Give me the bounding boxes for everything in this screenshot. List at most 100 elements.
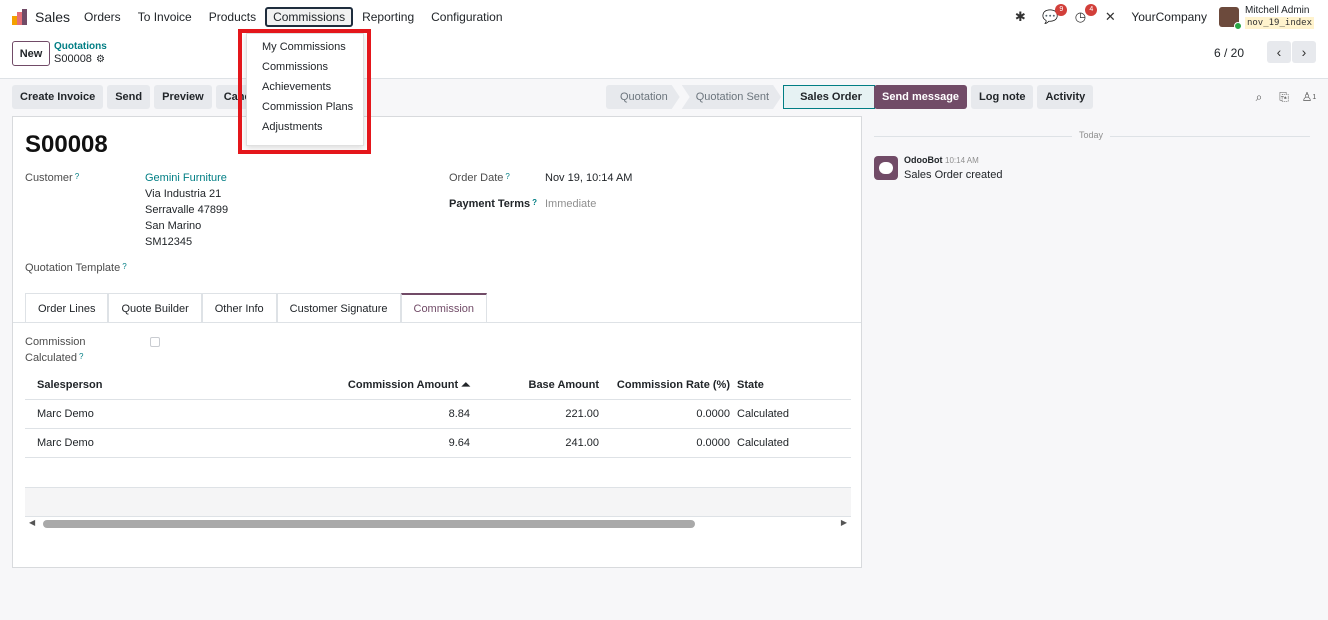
- scrollbar-thumb[interactable]: [43, 520, 695, 528]
- create-invoice-button[interactable]: Create Invoice: [12, 85, 104, 109]
- activity-clock-icon[interactable]: ◷ 4: [1069, 4, 1098, 27]
- payment-terms-label: Payment Terms?: [449, 198, 537, 210]
- address-line: Serravalle 47899: [145, 204, 229, 216]
- top-navbar: Sales Orders To Invoice Products Commiss…: [0, 0, 1328, 34]
- payment-terms-label-text: Payment Terms: [449, 198, 531, 210]
- help-icon[interactable]: ?: [532, 198, 537, 207]
- menu-orders[interactable]: Orders: [76, 7, 129, 27]
- followers-count: 1: [1312, 93, 1317, 101]
- breadcrumb-current-label: S00008: [54, 53, 92, 65]
- tab-customer-signature[interactable]: Customer Signature: [276, 293, 401, 323]
- new-button[interactable]: New: [12, 41, 50, 66]
- tab-order-lines[interactable]: Order Lines: [25, 293, 109, 323]
- send-message-button[interactable]: Send message: [874, 85, 968, 109]
- send-button[interactable]: Send: [107, 85, 151, 109]
- settings-tools-icon[interactable]: ✕: [1099, 7, 1121, 27]
- stage-quotation-sent[interactable]: Quotation Sent: [682, 85, 781, 109]
- breadcrumb-quotations[interactable]: Quotations: [54, 41, 107, 52]
- menu-commissions[interactable]: Commissions: [265, 7, 354, 27]
- column-header-base-amount[interactable]: Base Amount: [470, 379, 600, 391]
- avatar: [1218, 7, 1242, 30]
- table-footer: [25, 487, 851, 517]
- tab-divider: [13, 322, 861, 323]
- address-line: SM12345: [145, 236, 193, 248]
- table-row[interactable]: Marc Demo 8.84 221.00 0.0000 Calculated: [25, 400, 851, 429]
- customer-label-text: Customer: [25, 172, 73, 184]
- commission-table: Salesperson Commission Amount ⏶ Base Amo…: [25, 371, 851, 458]
- customer-label: Customer?: [25, 172, 79, 184]
- pager-previous-button[interactable]: ‹: [1267, 41, 1291, 63]
- commission-calculated-checkbox[interactable]: [150, 337, 160, 347]
- user-menu[interactable]: Mitchell Admin nov_19_index: [1218, 5, 1314, 30]
- date-separator-label: Today: [1072, 130, 1111, 140]
- menu-reporting[interactable]: Reporting: [354, 7, 422, 27]
- cell-commission-amount: 9.64: [448, 437, 470, 449]
- highlight-annotation: [238, 29, 371, 154]
- followers-icon[interactable]: ♙ 1: [1299, 88, 1319, 106]
- cell-state: Calculated: [737, 408, 789, 420]
- cell-salesperson: Marc Demo: [37, 408, 94, 420]
- scroll-left-icon[interactable]: ◀: [29, 518, 35, 527]
- preview-button[interactable]: Preview: [154, 85, 212, 109]
- order-date-field[interactable]: Nov 19, 10:14 AM: [545, 170, 632, 186]
- stage-quotation[interactable]: Quotation: [606, 85, 680, 109]
- cell-state: Calculated: [737, 437, 789, 449]
- bug-icon[interactable]: ✱: [1009, 7, 1031, 27]
- messages-icon[interactable]: 💬 9: [1039, 4, 1068, 27]
- messages-badge: 9: [1055, 4, 1068, 16]
- menu-products[interactable]: Products: [201, 7, 264, 27]
- pager-value[interactable]: 6 / 20: [1214, 46, 1244, 60]
- user-name: Mitchell Admin: [1244, 5, 1310, 16]
- cell-base-amount: 241.00: [565, 437, 599, 449]
- menu-configuration[interactable]: Configuration: [423, 7, 510, 27]
- cell-commission-rate: 0.0000: [696, 437, 730, 449]
- payment-terms-field[interactable]: Immediate: [545, 196, 596, 212]
- odoobot-avatar: [874, 156, 898, 180]
- tab-quote-builder[interactable]: Quote Builder: [108, 293, 202, 323]
- quotation-template-label-text: Quotation Template: [25, 262, 121, 274]
- paperclip-icon[interactable]: ⎘: [1274, 88, 1294, 106]
- pager-next-button[interactable]: ›: [1292, 41, 1316, 63]
- customer-link[interactable]: Gemini Furniture: [145, 170, 227, 186]
- log-note-button[interactable]: Log note: [971, 85, 1034, 109]
- column-header-commission-amount[interactable]: Commission Amount ⏶: [345, 379, 470, 392]
- form-sheet: S00008 Customer? Gemini Furniture Via In…: [12, 116, 862, 568]
- address-line: Via Industria 21: [145, 188, 222, 200]
- chevron-left-icon: ‹: [1276, 44, 1282, 60]
- stage-sales-order[interactable]: Sales Order: [783, 85, 875, 109]
- help-icon[interactable]: ?: [75, 172, 79, 181]
- search-icon[interactable]: ⌕: [1249, 88, 1269, 106]
- chatter-icons: ⌕ ⎘ ♙ 1: [1244, 88, 1319, 106]
- company-switcher[interactable]: YourCompany: [1131, 10, 1207, 24]
- cell-commission-amount: 8.84: [448, 408, 470, 420]
- column-header-state[interactable]: State: [730, 379, 845, 391]
- commission-calculated-label-1: Commission: [25, 336, 86, 348]
- help-icon[interactable]: ?: [79, 352, 83, 361]
- column-header-commission-rate[interactable]: Commission Rate (%): [599, 379, 730, 391]
- sales-app-icon[interactable]: [12, 9, 28, 25]
- order-date-label: Order Date?: [449, 172, 510, 184]
- tab-other-info[interactable]: Other Info: [201, 293, 277, 323]
- activity-button[interactable]: Activity: [1037, 85, 1094, 109]
- table-row[interactable]: Marc Demo 9.64 241.00 0.0000 Calculated: [25, 429, 851, 458]
- cell-base-amount: 221.00: [565, 408, 599, 420]
- scroll-right-icon[interactable]: ▶: [841, 518, 847, 527]
- form-actions: Create Invoice Send Preview Cancel: [12, 85, 272, 109]
- horizontal-scrollbar[interactable]: ◀ ▶: [25, 517, 851, 531]
- gear-icon[interactable]: ⚙: [96, 54, 105, 65]
- status-bar: Quotation Quotation Sent Sales Order: [606, 85, 877, 109]
- bot-face-icon: [879, 162, 893, 174]
- message-time: 10:14 AM: [945, 156, 979, 165]
- menu-to-invoice[interactable]: To Invoice: [130, 7, 200, 27]
- message-author[interactable]: OdooBot: [904, 155, 943, 165]
- help-icon[interactable]: ?: [122, 262, 126, 271]
- quotation-template-label: Quotation Template?: [25, 262, 127, 274]
- cell-commission-rate: 0.0000: [696, 408, 730, 420]
- systray: ✱ 💬 9 ◷ 4 ✕ YourCompany Mitchell Admin nov…: [1001, 0, 1314, 34]
- app-name[interactable]: Sales: [35, 9, 70, 25]
- commission-calculated-label-text: Calculated: [25, 352, 77, 364]
- tab-commission[interactable]: Commission: [400, 293, 488, 323]
- message-body: Sales Order created: [904, 169, 1003, 181]
- column-header-salesperson[interactable]: Salesperson: [25, 379, 345, 391]
- help-icon[interactable]: ?: [505, 172, 509, 181]
